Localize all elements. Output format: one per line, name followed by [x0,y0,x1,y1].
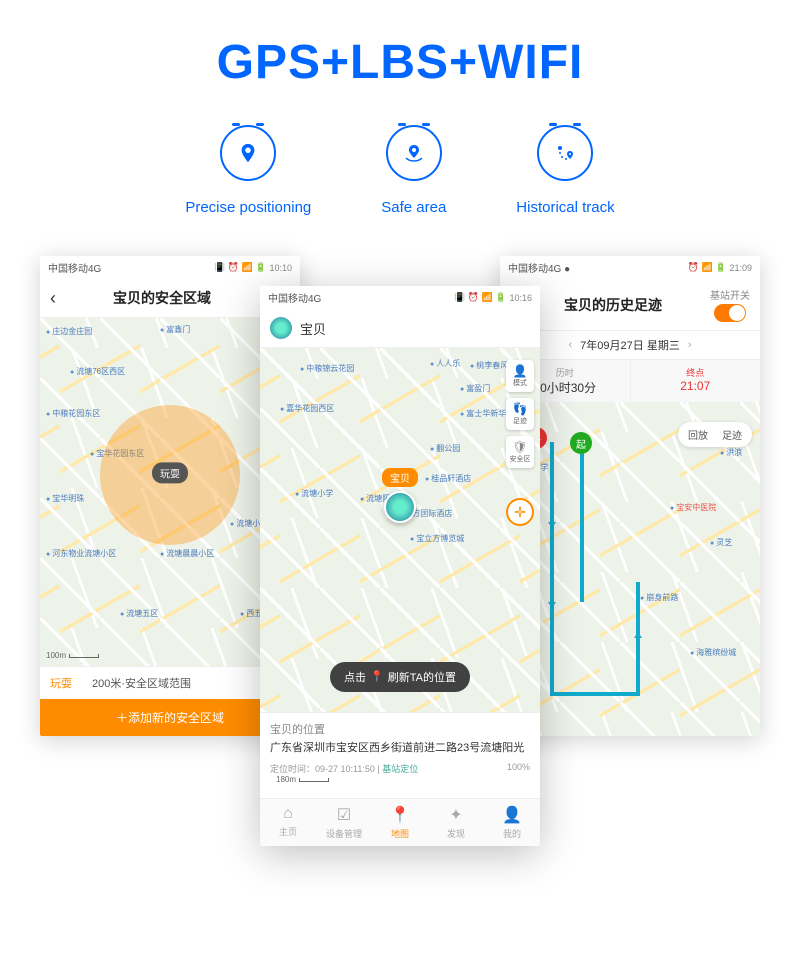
date-label: 7年09月27日 星期三 [580,337,680,353]
nav-title: 宝贝的历史足迹 [516,295,710,315]
avatar[interactable] [270,317,292,339]
safearea-icon [386,125,442,181]
tab-discover[interactable]: ✦发现 [428,799,484,846]
device-pin[interactable]: 宝贝 [382,468,418,523]
endpoint-label: 终点 [637,366,755,379]
endpoint-value: 21:07 [637,379,755,393]
zone-name[interactable]: 玩耍 [50,675,72,691]
phone-positioning: 中国移动4G 📳 ⏰ 📶 🔋 10:16 宝贝 中粮锦云花园 嘉华花园西区 流塘… [260,286,540,846]
feature-safearea: Safe area [381,125,446,216]
map-poi: 宝立方博览城 [410,533,464,544]
map-poi: 桃李春风 [470,360,508,371]
feature-label: Precise positioning [185,199,311,216]
map-poi: 宝安中医院 [670,502,716,513]
map-poi: 灵芝 [710,537,732,548]
battery-label: 100% [507,762,530,775]
nav-title: 宝贝 [300,319,530,338]
carrier-label: 中国移动4G [48,260,101,275]
map-poi: 嘉华花园西区 [280,403,334,414]
track-button[interactable]: 👣足迹 [506,398,534,430]
phones-showcase: 中国移动4G 📳 ⏰ 📶 🔋 10:10 ‹ 宝贝的安全区域 庄边金庄园 富鑫门… [0,256,800,956]
scale-bar: 180m [276,775,536,784]
map-poi: 中粮花园东区 [46,408,100,419]
map-poi: 富鑫门 [160,324,190,335]
device-icon: ☑ [337,805,351,825]
prev-day-icon[interactable]: ‹ [569,339,573,351]
nav-bar: 宝贝 [260,309,540,348]
map-poi: 流塘五区 [120,608,158,619]
status-icons: 📳 ⏰ 📶 🔋 10:16 [454,292,532,303]
locate-button[interactable]: ✛ [506,498,534,526]
map-poi: 流塘小学 [295,488,333,499]
carrier-label: 中国移动4G [268,290,321,305]
scale-bar: 100m [46,651,99,660]
map-poi: 富盈门 [460,383,490,394]
status-bar: 中国移动4G 📳 ⏰ 📶 🔋 10:10 [40,256,300,279]
zone-info: 200米·安全区域范围 [92,675,191,691]
map-poi: 流塘晨晨小区 [160,548,214,559]
map-poi: 海雅缤纷城 [690,647,736,658]
safezone-button[interactable]: 🛡安全区 [506,436,534,468]
tab-profile[interactable]: 👤我的 [484,799,540,846]
positioning-icon [220,125,276,181]
map-poi: 流塘76区西区 [70,366,125,377]
status-icons: ⏰ 📶 🔋 21:09 [688,262,752,273]
hero-title: GPS+LBS+WIFI [0,0,800,90]
carrier-label: 中国移动4G ● [508,260,570,275]
location-panel: 宝贝的位置 广东省深圳市宝安区西乡街道前进二路23号流塘阳光 定位时间：09-2… [260,712,540,798]
locate-time: 定位时间：09-27 10:11:50 | 基站定位 [270,762,418,775]
map-side-buttons: 👤模式 👣足迹 🛡安全区 [506,360,534,468]
track-buttons: 回放 足迹 [678,422,752,447]
map-poi: 庄边金庄园 [46,326,92,337]
refresh-button[interactable]: 点击 📍 刷新TA的位置 [330,662,470,692]
address-text: 广东省深圳市宝安区西乡街道前进二路23号流塘阳光 [270,741,530,756]
tab-devices[interactable]: ☑设备管理 [316,799,372,846]
map-poi: 河东物业流塘小区 [46,548,116,559]
feature-track: Historical track [516,125,614,216]
feature-label: Historical track [516,199,614,216]
tab-map[interactable]: 📍地图 [372,799,428,846]
tab-bar: ⌂主页 ☑设备管理 📍地图 ✦发现 👤我的 [260,798,540,846]
footprint-button[interactable]: 足迹 [722,427,742,442]
map-poi: 洪浪 [720,447,742,458]
feature-label: Safe area [381,199,446,216]
map-poi: 翻公园 [430,443,460,454]
track-start-icon: 起 [570,432,592,454]
map-poi: 桂品轩酒店 [425,473,471,484]
map-area[interactable]: 中粮锦云花园 嘉华花园西区 流塘小学 人人乐 桃李春风 富盈门 富士华新华府 宝… [260,348,540,712]
tab-home[interactable]: ⌂主页 [260,799,316,846]
map-poi: 中粮锦云花园 [300,363,354,374]
panel-title: 宝贝的位置 [270,721,530,737]
map-poi: 崩身前路 [640,592,678,603]
track-icon [537,125,593,181]
map-icon: 📍 [390,805,410,825]
status-icons: 📳 ⏰ 📶 🔋 10:10 [214,262,292,273]
discover-icon: ✦ [449,805,462,825]
pin-icon: 📍 [370,670,384,683]
map-poi: 宝华明珠 [46,493,84,504]
replay-button[interactable]: 回放 [688,427,708,442]
nav-title: 宝贝的安全区域 [56,288,268,308]
home-icon: ⌂ [283,805,293,823]
lbs-toggle[interactable] [714,304,746,322]
toggle-label: 基站开关 [710,287,750,302]
status-bar: 中国移动4G ● ⏰ 📶 🔋 21:09 [500,256,760,279]
mode-button[interactable]: 👤模式 [506,360,534,392]
status-bar: 中国移动4G 📳 ⏰ 📶 🔋 10:16 [260,286,540,309]
next-day-icon[interactable]: › [688,339,692,351]
map-poi: 人人乐 [430,358,460,369]
feature-positioning: Precise positioning [185,125,311,216]
profile-icon: 👤 [502,805,522,825]
geofence-pin[interactable]: 玩耍 [152,462,188,483]
feature-row: Precise positioning Safe area Historical… [0,125,800,216]
